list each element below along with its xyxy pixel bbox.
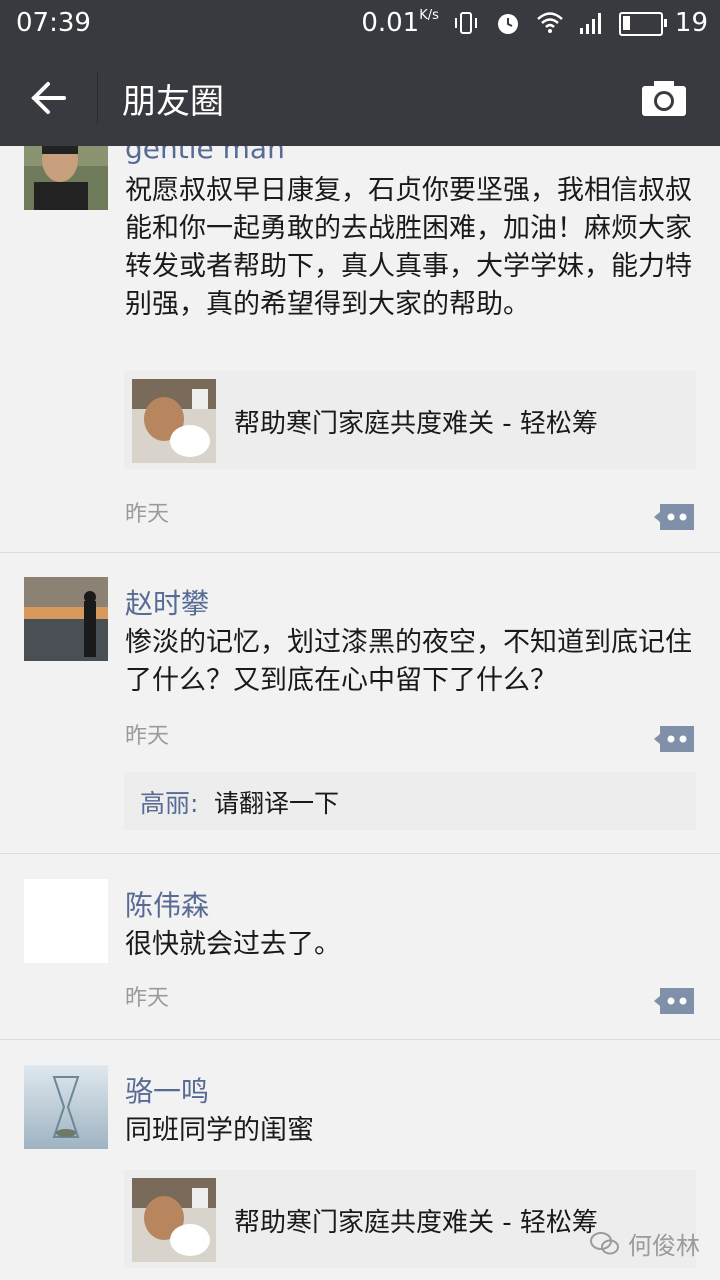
avatar[interactable] (24, 146, 108, 210)
moment-post: 赵时攀 惨淡的记忆，划过漆黑的夜空，不知道到底记住了什么？又到底在心中留下了什么… (0, 552, 720, 854)
signal-icon (579, 13, 601, 34)
post-author-name[interactable]: 骆一鸣 (125, 1070, 209, 1110)
nav-divider (97, 72, 98, 124)
moment-post: 陈伟森 很快就会过去了。 昨天 (0, 854, 720, 1040)
avatar[interactable] (24, 1065, 108, 1149)
moments-feed[interactable]: gentle man 祝愿叔叔早日康复，石贞你要坚强，我相信叔叔能和你一起勇敢的… (0, 146, 720, 1280)
battery-icon (618, 12, 667, 36)
post-text: 祝愿叔叔早日康复，石贞你要坚强，我相信叔叔能和你一起勇敢的去战胜困难，加油！麻烦… (125, 175, 692, 320)
alarm-icon (497, 14, 518, 34)
post-time: 昨天 (125, 502, 170, 527)
link-title: 帮助寒门家庭共度难关 - 轻松筹 (234, 1208, 598, 1238)
post-text: 同班同学的闺蜜 (125, 1115, 314, 1146)
vibrate-icon (454, 12, 477, 34)
moment-post: gentle man 祝愿叔叔早日康复，石贞你要坚强，我相信叔叔能和你一起勇敢的… (0, 146, 720, 553)
link-thumbnail (132, 1178, 216, 1262)
link-thumbnail (132, 379, 216, 463)
avatar[interactable] (24, 577, 108, 661)
post-author-name[interactable]: 陈伟森 (125, 884, 209, 924)
post-time: 昨天 (125, 724, 170, 749)
battery-percent: 19 (674, 8, 708, 38)
commenter-name[interactable]: 高丽: (140, 784, 198, 820)
network-speed: 0.01K/s (361, 8, 439, 38)
comment-text: 请翻译一下 (214, 789, 340, 818)
post-time: 昨天 (125, 986, 170, 1011)
comment-more-icon[interactable] (652, 502, 696, 532)
post-text: 惨淡的记忆，划过漆黑的夜空，不知道到底记住了什么？又到底在心中留下了什么？ (125, 627, 692, 696)
status-time: 07:39 (16, 8, 91, 38)
link-title: 帮助寒门家庭共度难关 - 轻松筹 (234, 409, 598, 439)
status-icons: 0.01K/s 19 (361, 8, 708, 38)
watermark-text: 何俊林 (628, 1232, 700, 1260)
post-author-name[interactable]: gentle man (125, 146, 285, 165)
status-bar: 07:39 0.01K/s 19 (0, 0, 720, 50)
page-title: 朋友圈 (122, 82, 224, 122)
comment-list: 高丽: 请翻译一下 (124, 772, 696, 830)
avatar[interactable] (24, 879, 108, 963)
comment-more-icon[interactable] (652, 986, 696, 1016)
wifi-icon (537, 12, 563, 33)
watermark: 何俊林 (590, 1226, 700, 1261)
post-text: 很快就会过去了。 (125, 929, 341, 960)
shared-link-card[interactable]: 帮助寒门家庭共度难关 - 轻松筹 (124, 371, 696, 469)
navigation-bar: 朋友圈 (0, 50, 720, 146)
camera-icon[interactable] (640, 78, 688, 118)
comment-more-icon[interactable] (652, 724, 696, 754)
post-author-name[interactable]: 赵时攀 (125, 582, 209, 622)
arrow-left-icon[interactable] (26, 78, 70, 118)
wechat-icon (590, 1231, 619, 1254)
